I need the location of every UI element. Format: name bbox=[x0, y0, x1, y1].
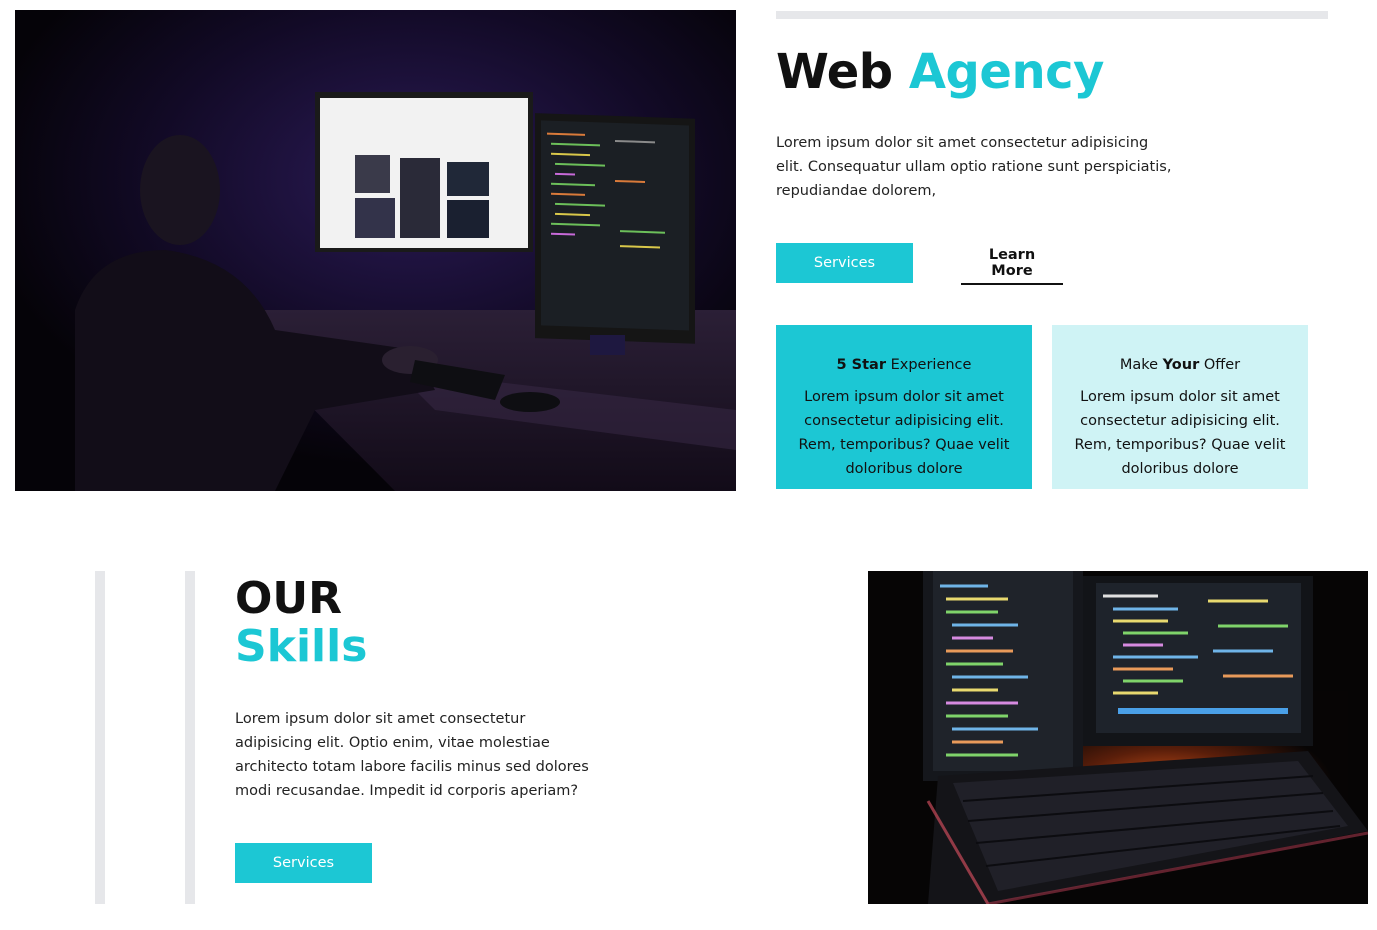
skills-photo-illustration bbox=[868, 571, 1368, 904]
card-title-pre: Make bbox=[1119, 357, 1163, 373]
card-title-rest: Offer bbox=[1199, 357, 1241, 373]
hero-photo-illustration bbox=[15, 10, 736, 491]
skills-title-line2: Skills bbox=[235, 621, 368, 672]
hero-services-button[interactable]: Services bbox=[776, 243, 913, 283]
feature-card-make-offer: Make Your Offer Lorem ipsum dolor sit am… bbox=[1052, 325, 1308, 489]
hero-title: Web Agency bbox=[776, 40, 1104, 104]
card-body: Lorem ipsum dolor sit amet consectetur a… bbox=[798, 389, 1010, 477]
skills-description: Lorem ipsum dolor sit amet consectetur a… bbox=[235, 711, 589, 799]
card-title-rest: Experience bbox=[885, 357, 972, 373]
card-title-bold: 5 Star bbox=[836, 357, 886, 373]
hero-title-part2: Agency bbox=[908, 44, 1104, 100]
skills-title-line1: OUR bbox=[235, 573, 343, 624]
skills-title: OUR Skills bbox=[235, 575, 367, 671]
learn-more-button[interactable]: Learn More bbox=[961, 243, 1063, 285]
hero-image bbox=[15, 10, 736, 491]
top-accent-bar bbox=[776, 11, 1328, 19]
skills-services-button[interactable]: Services bbox=[235, 843, 372, 883]
hero-title-part1: Web bbox=[776, 44, 893, 100]
card-body: Lorem ipsum dolor sit amet consectetur a… bbox=[1074, 389, 1286, 477]
feature-card-5-star: 5 Star Experience Lorem ipsum dolor sit … bbox=[776, 325, 1032, 489]
hero-description: Lorem ipsum dolor sit amet consectetur a… bbox=[776, 135, 1172, 199]
skills-image bbox=[868, 571, 1368, 904]
card-title: 5 Star Experience bbox=[784, 353, 1024, 377]
card-title: Make Your Offer bbox=[1060, 353, 1300, 377]
skills-decor-bar-left bbox=[95, 571, 105, 904]
skills-decor-bar-right bbox=[185, 571, 195, 904]
card-title-bold: Your bbox=[1162, 357, 1200, 373]
